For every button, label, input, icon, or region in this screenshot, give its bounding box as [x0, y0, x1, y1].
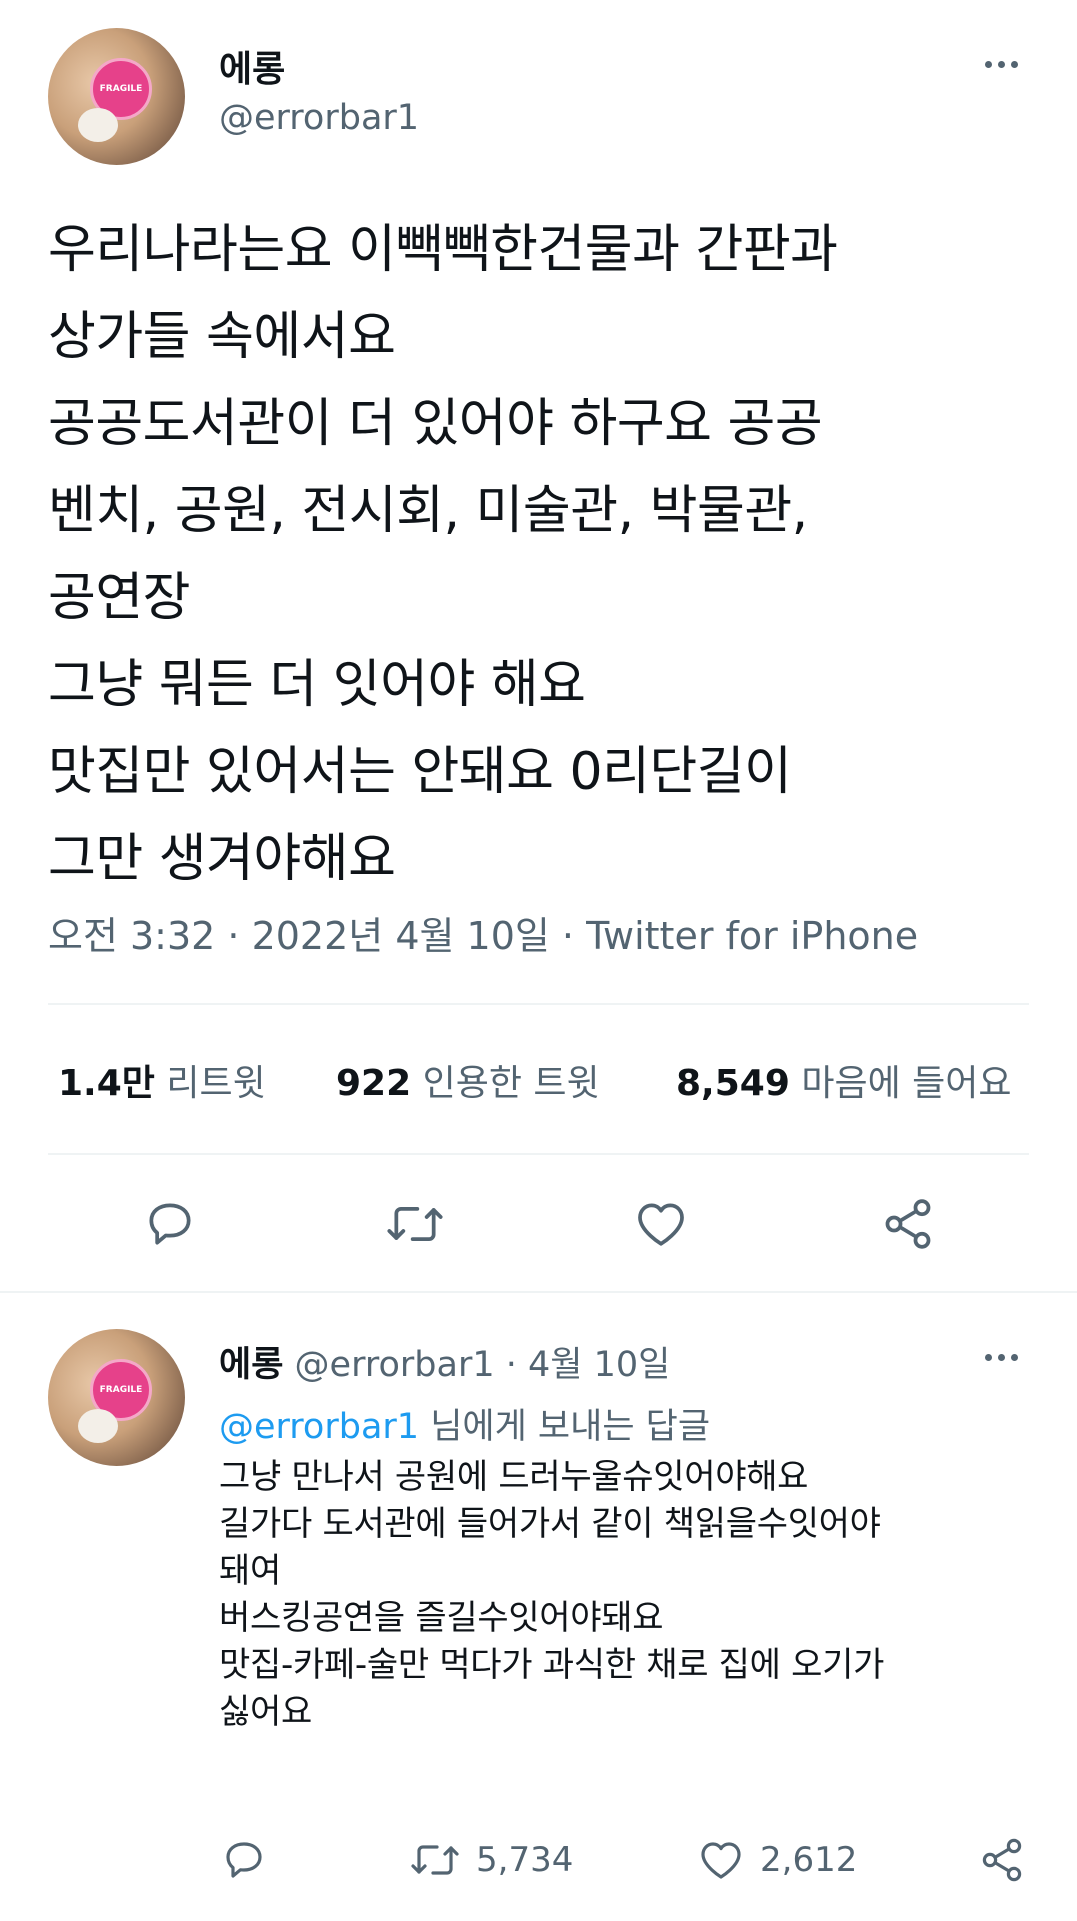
more-icon[interactable] [985, 61, 1018, 68]
more-icon[interactable] [985, 1354, 1018, 1361]
tweet-line: 그냥 뭐든 더 잇어야 해요 [48, 655, 586, 715]
replying-to-handle[interactable]: @errorbar1 [219, 1407, 419, 1447]
reply-line: 돼여 [219, 1551, 281, 1591]
tweet-line: 우리나라는요 이빽빽한건물과 간판과 [48, 220, 838, 280]
stat-count: 922 [336, 1063, 412, 1104]
replying-to: @errorbar1 님에게 보내는 답글 [219, 1398, 710, 1449]
tweet-line: 그만 생겨야해요 [48, 829, 396, 889]
tweet-line: 상가들 속에서요 [48, 307, 396, 367]
stat-count: 1.4만 [58, 1063, 155, 1104]
reply-header: 에롱 @errorbar1 · 4월 10일 [219, 1336, 670, 1387]
reply-text: 그냥 만나서 공원에 드러누울슈잇어야해요 길가다 도서관에 들어가서 같이 책… [219, 1454, 884, 1736]
replying-to-label: 님에게 보내는 답글 [430, 1407, 711, 1447]
display-name[interactable]: 에롱 [219, 40, 285, 92]
tweet-text: 우리나라는요 이빽빽한건물과 간판과 상가들 속에서요 공공도서관이 더 있어야… [48, 207, 838, 903]
retweet-icon[interactable] [384, 1196, 446, 1252]
reply-line: 맛집-카페-술만 먹다가 과식한 채로 집에 오기가 [219, 1645, 885, 1685]
reply-display-name[interactable]: 에롱 [219, 1345, 283, 1385]
divider [48, 1003, 1029, 1005]
reply-avatar[interactable]: FRAGILE [48, 1329, 185, 1466]
stat-label: 리트윗 [166, 1063, 266, 1104]
stat-retweets[interactable]: 1.4만 리트윗 [58, 1054, 266, 1106]
divider [48, 1153, 1029, 1155]
avatar-paw [78, 108, 118, 142]
avatar-paw [78, 1409, 118, 1443]
reply-date[interactable]: 4월 10일 [528, 1345, 670, 1385]
reply-line: 그냥 만나서 공원에 드러누울슈잇어야해요 [219, 1457, 809, 1497]
stat-count: 8,549 [676, 1063, 790, 1104]
stat-label: 마음에 들어요 [801, 1063, 1012, 1104]
stat-label: 인용한 트윗 [422, 1063, 600, 1104]
like-count: 2,612 [760, 1840, 858, 1880]
reply-retweet-action[interactable]: 5,734 [408, 1836, 573, 1884]
avatar[interactable]: FRAGILE [48, 28, 185, 165]
stat-likes[interactable]: 8,549 마음에 들어요 [676, 1054, 1012, 1106]
like-icon[interactable] [632, 1196, 690, 1252]
share-icon[interactable] [978, 1836, 1026, 1884]
reply-line: 싫어요 [219, 1692, 312, 1732]
tweet-line: 공공도서관이 더 있어야 하구요 공공 [48, 394, 823, 454]
divider [0, 1291, 1077, 1293]
retweet-count: 5,734 [476, 1840, 574, 1880]
handle[interactable]: @errorbar1 [219, 98, 419, 138]
tweet-line: 벤치, 공원, 전시회, 미술관, 박물관, [48, 481, 808, 541]
reply-line: 버스킹공연을 즐길수잇어야돼요 [219, 1598, 664, 1638]
tweet-line: 공연장 [48, 568, 191, 628]
reply-handle[interactable]: @errorbar1 [295, 1345, 495, 1385]
reply-line: 길가다 도서관에 들어가서 같이 책읽을수잇어야 [219, 1504, 881, 1544]
avatar-sticker-text: FRAGILE [99, 1385, 143, 1395]
retweet-icon[interactable] [408, 1836, 462, 1884]
like-icon[interactable] [696, 1836, 746, 1884]
reply-like-action[interactable]: 2,612 [696, 1836, 857, 1884]
tweet-meta[interactable]: 오전 3:32 · 2022년 4월 10일 · Twitter for iPh… [48, 905, 918, 960]
reply-icon[interactable] [220, 1836, 268, 1884]
avatar-sticker-text: FRAGILE [99, 84, 143, 94]
tweet-line: 맛집만 있어서는 안돼요 0리단길이 [48, 742, 792, 802]
stat-quotes[interactable]: 922 인용한 트윗 [336, 1054, 600, 1106]
separator: · [505, 1345, 517, 1385]
reply-icon[interactable] [142, 1196, 198, 1252]
share-icon[interactable] [880, 1196, 936, 1252]
